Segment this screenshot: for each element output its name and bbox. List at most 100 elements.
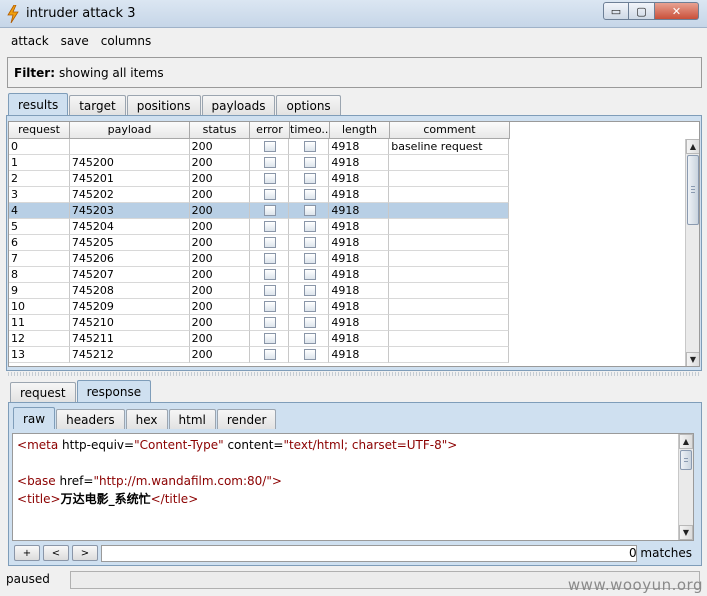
- scroll-down-button[interactable]: ▼: [686, 352, 699, 366]
- table-row[interactable]: 12 745211 200 4918: [9, 331, 509, 347]
- code-token: 万达电影_系统忙: [60, 492, 151, 506]
- cell-status: 200: [189, 187, 250, 203]
- cell-length: 4918: [329, 171, 390, 187]
- tab-payloads[interactable]: payloads: [201, 95, 276, 115]
- table-row[interactable]: 2 745201 200 4918: [9, 171, 509, 187]
- editor-scroll-up-button[interactable]: ▲: [679, 434, 693, 449]
- cell-status: 200: [189, 251, 250, 267]
- tab-positions[interactable]: positions: [126, 95, 201, 115]
- code-token: title: [27, 492, 51, 506]
- cell-payload: 745208: [69, 283, 190, 299]
- column-comment[interactable]: comment: [390, 122, 510, 139]
- table-row[interactable]: 1 745200 200 4918: [9, 155, 509, 171]
- error-checkbox: [263, 157, 276, 168]
- scroll-thumb[interactable]: [687, 155, 699, 225]
- timeout-checkbox: [303, 221, 316, 232]
- cell-length: 4918: [329, 155, 390, 171]
- table-row[interactable]: 6 745205 200 4918: [9, 235, 509, 251]
- search-previous-button[interactable]: <: [43, 545, 69, 561]
- cell-request: 8: [9, 267, 70, 283]
- cell-request: 13: [9, 347, 70, 363]
- code-token: "Content-Type": [134, 438, 224, 452]
- tab-raw[interactable]: raw: [13, 407, 56, 429]
- column-status[interactable]: status: [190, 122, 250, 139]
- code-token: </: [150, 492, 165, 506]
- cell-request: 3: [9, 187, 70, 203]
- tab-hex[interactable]: hex: [125, 409, 168, 429]
- cell-error: [249, 347, 290, 363]
- cell-comment: [389, 187, 509, 203]
- code-token: meta: [27, 438, 59, 452]
- minimize-button[interactable]: ▭: [603, 2, 629, 20]
- minimize-icon: ▭: [610, 4, 622, 18]
- menu-attack[interactable]: attack: [5, 34, 55, 48]
- filter-bar[interactable]: Filter: showing all items: [7, 57, 702, 88]
- split-pane-divider[interactable]: [8, 372, 700, 376]
- editor-scroll-thumb[interactable]: [680, 450, 692, 470]
- results-scrollbar[interactable]: ▲ ▼: [685, 139, 699, 366]
- response-editor[interactable]: <meta http-equiv="Content-Type" content=…: [12, 433, 694, 541]
- tab-render[interactable]: render: [216, 409, 277, 429]
- table-row[interactable]: 10 745209 200 4918: [9, 299, 509, 315]
- code-token: title: [164, 492, 189, 506]
- timeout-checkbox: [303, 253, 316, 264]
- table-row[interactable]: 8 745207 200 4918: [9, 267, 509, 283]
- table-row[interactable]: 3 745202 200 4918: [9, 187, 509, 203]
- cell-error: [249, 299, 290, 315]
- editor-scrollbar[interactable]: ▲ ▼: [678, 434, 693, 540]
- cell-length: 4918: [329, 315, 390, 331]
- table-row[interactable]: 5 745204 200 4918: [9, 219, 509, 235]
- table-row[interactable]: 0 200 4918 baseline request: [9, 139, 509, 155]
- filter-text: showing all items: [59, 66, 164, 80]
- column-length[interactable]: length: [330, 122, 390, 139]
- cell-timeout: [289, 187, 330, 203]
- column-payload[interactable]: payload: [70, 122, 190, 139]
- column-error[interactable]: error: [250, 122, 290, 139]
- timeout-checkbox: [303, 269, 316, 280]
- search-next-button[interactable]: >: [72, 545, 98, 561]
- maximize-button[interactable]: ▢: [629, 2, 655, 20]
- editor-scroll-down-button[interactable]: ▼: [679, 525, 693, 540]
- column-request[interactable]: request: [9, 122, 70, 139]
- close-button[interactable]: ✕: [655, 2, 699, 20]
- tab-results[interactable]: results: [8, 93, 69, 115]
- code-token: <: [17, 438, 28, 452]
- cell-timeout: [289, 251, 330, 267]
- error-checkbox: [263, 301, 276, 312]
- tab-headers[interactable]: headers: [56, 409, 125, 429]
- cell-error: [249, 219, 290, 235]
- cell-timeout: [289, 203, 330, 219]
- table-row[interactable]: 13 745212 200 4918: [9, 347, 509, 363]
- burp-lightning-icon: [7, 5, 19, 23]
- tab-response[interactable]: response: [76, 380, 152, 402]
- cell-payload: 745209: [69, 299, 190, 315]
- table-row[interactable]: 11 745210 200 4918: [9, 315, 509, 331]
- timeout-checkbox: [303, 173, 316, 184]
- cell-length: 4918: [329, 283, 390, 299]
- cell-request: 5: [9, 219, 70, 235]
- code-token: <: [17, 492, 28, 506]
- scroll-up-arrow-icon: ▲: [682, 437, 690, 446]
- tab-options[interactable]: options: [276, 95, 341, 115]
- table-row[interactable]: 4 745203 200 4918: [9, 203, 509, 219]
- menu-columns[interactable]: columns: [95, 34, 157, 48]
- tab-target[interactable]: target: [69, 95, 126, 115]
- column-timeout[interactable]: timeo...: [290, 122, 330, 139]
- cell-error: [249, 235, 290, 251]
- window-title: intruder attack 3: [26, 6, 136, 21]
- table-row[interactable]: 9 745208 200 4918: [9, 283, 509, 299]
- search-help-button[interactable]: +: [14, 545, 40, 561]
- cell-status: 200: [189, 219, 250, 235]
- menu-save[interactable]: save: [55, 34, 95, 48]
- cell-comment: [389, 219, 509, 235]
- timeout-checkbox: [303, 301, 316, 312]
- table-row[interactable]: 7 745206 200 4918: [9, 251, 509, 267]
- tab-request[interactable]: request: [10, 382, 76, 402]
- search-input[interactable]: [101, 545, 637, 562]
- error-checkbox: [263, 141, 276, 152]
- error-checkbox: [263, 205, 276, 216]
- cell-error: [249, 251, 290, 267]
- tab-html[interactable]: html: [168, 409, 216, 429]
- scroll-up-button[interactable]: ▲: [686, 139, 699, 154]
- code-token: "text/html; charset=UTF-8": [283, 438, 448, 452]
